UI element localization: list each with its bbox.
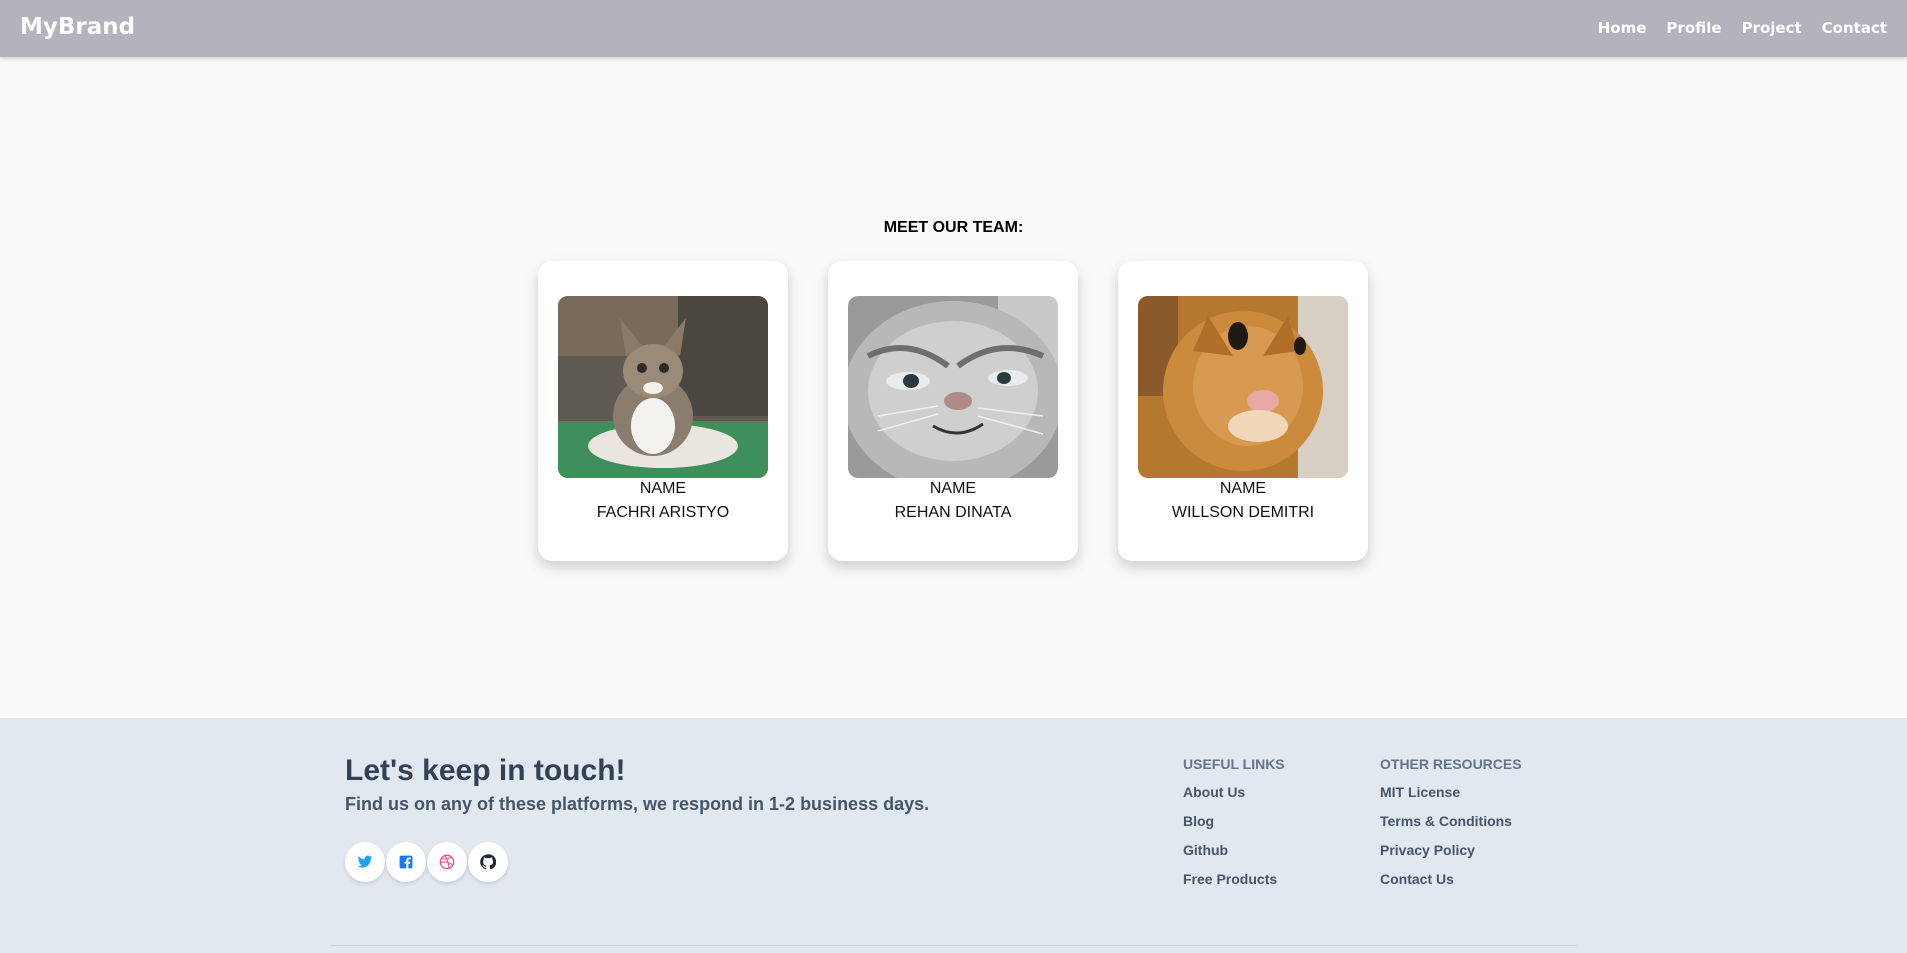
team-member-photo [558,296,768,478]
github-button[interactable] [468,842,508,882]
brand-logo[interactable]: MyBrand [20,14,135,40]
facebook-button[interactable] [386,842,426,882]
footer-subtitle: Find us on any of these platforms, we re… [345,794,930,814]
nav-link-profile[interactable]: Profile [1666,19,1721,37]
nav-link-contact[interactable]: Contact [1822,19,1887,37]
member-name: WILLSON DEMITRI [1171,504,1315,521]
footer-divider [330,945,1577,946]
footer-link-contact-us[interactable]: Contact Us [1380,871,1454,887]
other-resources-heading: OTHER RESOURCES [1380,756,1522,772]
dribbble-button[interactable] [427,842,467,882]
nav-links: Home Profile Project Contact [1598,19,1887,37]
footer-link-github[interactable]: Github [1183,842,1228,858]
footer-link-free-products[interactable]: Free Products [1183,871,1277,887]
team-card: NAME REHAN DINATA [828,261,1078,561]
dribbble-icon [439,854,455,870]
nav-link-home[interactable]: Home [1598,19,1647,37]
team-card: NAME FACHRI ARISTYO [538,261,788,561]
useful-links-heading: USEFUL LINKS [1183,756,1285,772]
member-name: FACHRI ARISTYO [596,504,730,521]
footer-link-about-us[interactable]: About Us [1183,784,1245,800]
team-member-photo [1138,296,1348,478]
member-label: NAME [639,480,687,497]
team-member-photo [848,296,1058,478]
nav-link-project[interactable]: Project [1742,19,1802,37]
footer-link-mit-license[interactable]: MIT License [1380,784,1460,800]
other-resources-list: MIT License Terms & Conditions Privacy P… [1380,784,1512,900]
navbar: MyBrand Home Profile Project Contact [0,0,1907,57]
footer-link-privacy[interactable]: Privacy Policy [1380,842,1475,858]
footer-link-terms[interactable]: Terms & Conditions [1380,813,1512,829]
useful-links-list: About Us Blog Github Free Products [1183,784,1277,900]
team-card: NAME WILLSON DEMITRI [1118,261,1368,561]
member-label: NAME [929,480,977,497]
footer: Let's keep in touch! Find us on any of t… [0,718,1907,953]
twitter-icon [357,855,373,868]
member-label: NAME [1219,480,1267,497]
github-icon [480,854,496,870]
twitter-button[interactable] [345,842,385,882]
member-name: REHAN DINATA [894,504,1012,521]
footer-title: Let's keep in touch! [345,754,626,787]
facebook-icon [399,855,413,869]
social-buttons [345,842,508,882]
footer-link-blog[interactable]: Blog [1183,813,1214,829]
team-heading: MEET OUR TEAM: [883,219,1024,236]
